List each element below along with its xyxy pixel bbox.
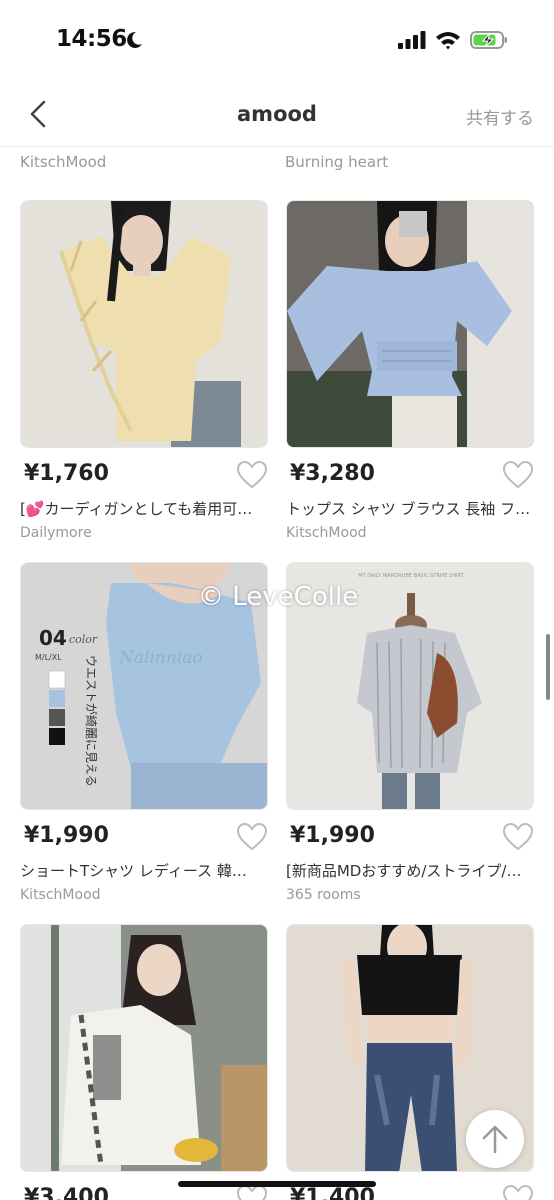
product-title: ショートTシャツ レディース 韓… (20, 862, 247, 880)
product-price: ¥1,990 (290, 823, 375, 848)
product-card[interactable]: Nalinniao 04 color M/L/XL ウエストが綺麗に見える ¥1… (20, 562, 268, 903)
wifi-icon (436, 32, 460, 50)
arrow-up-icon (482, 1125, 508, 1154)
product-price: ¥1,990 (24, 823, 109, 848)
product-image[interactable] (20, 924, 268, 1172)
product-title: トップス シャツ ブラウス 長袖 フ… (286, 500, 531, 518)
status-icons (398, 30, 508, 50)
product-shop: KitschMood (20, 887, 101, 903)
product-shop: KitschMood (286, 525, 367, 541)
heart-icon[interactable] (502, 822, 534, 852)
nav-bar: amood 共有する (0, 84, 554, 147)
product-shop: Dailymore (20, 525, 92, 541)
product-card[interactable]: ¥3,400 (20, 924, 268, 1200)
product-shop: Burning heart (285, 153, 389, 171)
moon-icon (127, 31, 142, 48)
image-text: M/L/XL (35, 653, 62, 662)
product-card[interactable]: ¥1,760 [💕カーディガンとしても着用可… Dailymore (20, 200, 268, 541)
product-price: ¥3,400 (24, 1185, 109, 1200)
image-text: MY DAILY WARDROBE BASIC STRIPE SHIRT (358, 573, 464, 579)
product-price: ¥3,280 (290, 461, 375, 486)
share-button[interactable]: 共有する (466, 104, 534, 129)
image-text: color (69, 633, 98, 646)
signal-icon (398, 31, 426, 49)
heart-icon[interactable] (502, 1184, 534, 1200)
heart-icon[interactable] (236, 460, 268, 490)
product-grid: KitschMood Burning heart ¥1,760 [💕カーディガン… (0, 147, 554, 1200)
image-text: Nalinniao (118, 648, 203, 668)
product-price: ¥1,400 (290, 1185, 375, 1200)
product-card[interactable]: MY DAILY WARDROBE BASIC STRIPE SHIRT ¥1,… (286, 562, 534, 903)
watermark: © LeveColle (198, 582, 359, 612)
image-text: 04 (39, 626, 67, 650)
heart-icon[interactable] (502, 460, 534, 490)
scroll-to-top-button[interactable] (466, 1110, 524, 1168)
status-bar: 14:56 (0, 0, 554, 82)
image-text: ウエストが綺麗に見える (84, 655, 99, 787)
battery-icon (470, 31, 507, 49)
product-shop: KitschMood (20, 153, 107, 171)
scrollbar[interactable] (546, 634, 550, 700)
product-title: [新商品MDおすすめ/ストライプ/… (286, 862, 522, 880)
product-image[interactable] (20, 200, 268, 448)
status-time: 14:56 (56, 26, 127, 52)
product-title: [💕カーディガンとしても着用可… (20, 500, 253, 518)
product-price: ¥1,760 (24, 461, 109, 486)
product-image[interactable] (286, 200, 534, 448)
home-indicator[interactable] (178, 1181, 376, 1187)
product-shop: 365 rooms (286, 887, 361, 903)
product-card[interactable]: ¥3,280 トップス シャツ ブラウス 長袖 フ… KitschMood (286, 200, 534, 541)
heart-icon[interactable] (236, 822, 268, 852)
